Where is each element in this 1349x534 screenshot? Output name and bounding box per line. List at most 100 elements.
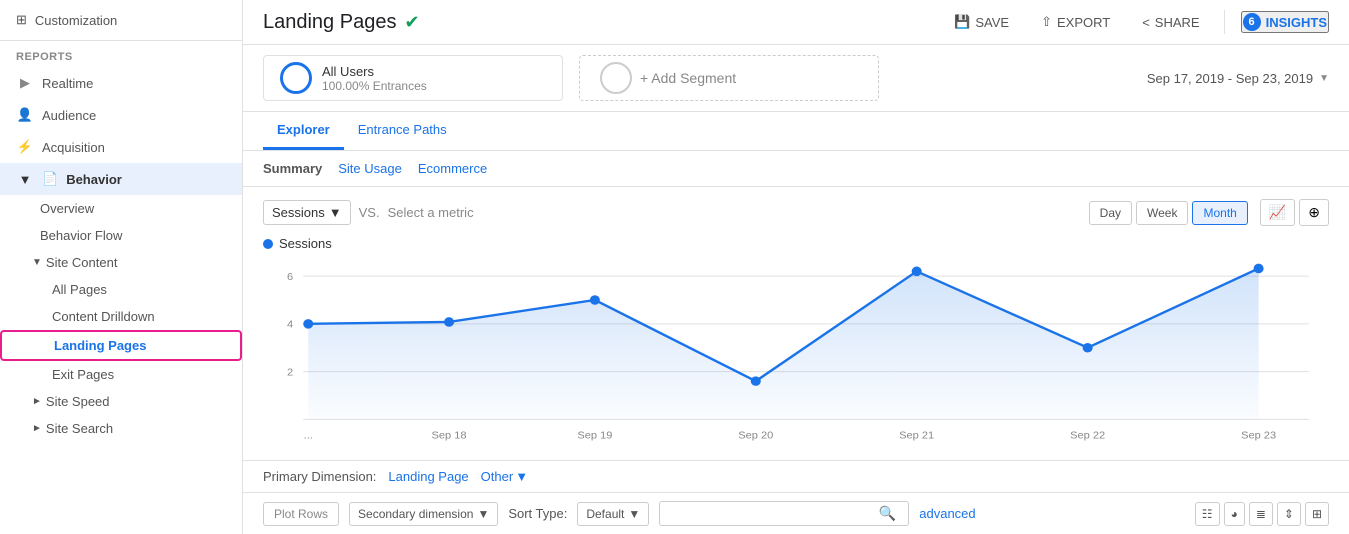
verified-icon: ✔ bbox=[404, 12, 419, 33]
time-buttons: Day Week Month bbox=[1089, 201, 1248, 225]
data-point-sep23[interactable] bbox=[1254, 264, 1264, 274]
data-point-sep17[interactable] bbox=[303, 319, 313, 329]
sidebar-subitem-all-pages[interactable]: All Pages bbox=[0, 276, 242, 303]
plot-rows-button[interactable]: Plot Rows bbox=[263, 502, 339, 526]
export-label: EXPORT bbox=[1057, 15, 1110, 30]
sidebar-subitem-overview[interactable]: Overview bbox=[0, 195, 242, 222]
table-controls-row: Plot Rows Secondary dimension ▼ Sort Typ… bbox=[243, 492, 1349, 534]
metric-label: Sessions bbox=[272, 205, 325, 220]
data-point-sep19[interactable] bbox=[590, 295, 600, 305]
svg-text:Sep 18: Sep 18 bbox=[432, 430, 467, 442]
segment-chip[interactable]: All Users 100.00% Entrances bbox=[263, 55, 563, 101]
other-label: Other bbox=[481, 469, 514, 484]
segment-circle bbox=[280, 62, 312, 94]
audience-icon: 👤 bbox=[16, 107, 34, 123]
sidebar-subitem-exit-pages[interactable]: Exit Pages bbox=[0, 361, 242, 388]
audience-label: Audience bbox=[42, 108, 96, 123]
grid-icon: ⊞ bbox=[16, 12, 27, 28]
export-button[interactable]: ⇧ EXPORT bbox=[1033, 10, 1118, 34]
chart-legend: Sessions bbox=[263, 236, 1329, 251]
segment-sub: 100.00% Entrances bbox=[322, 79, 427, 93]
search-box: 🔍 bbox=[659, 501, 909, 526]
pie-view-icon[interactable]: ◕ bbox=[1224, 502, 1245, 526]
other-arrow-icon: ▼ bbox=[515, 469, 528, 484]
compare-view-icon[interactable]: ⇕ bbox=[1277, 502, 1301, 526]
secondary-dimension-chevron: ▼ bbox=[477, 507, 489, 521]
sidebar-item-realtime[interactable]: ▶ Realtime bbox=[0, 67, 242, 99]
svg-text:Sep 23: Sep 23 bbox=[1241, 430, 1276, 442]
sessions-chart: 6 4 2 ... Sep 18 Sep 19 Sep 20 Sep 21 Se… bbox=[263, 257, 1329, 448]
time-btn-week[interactable]: Week bbox=[1136, 201, 1188, 225]
add-segment-button[interactable]: + Add Segment bbox=[579, 55, 879, 101]
segments-bar: All Users 100.00% Entrances + Add Segmen… bbox=[243, 45, 1349, 112]
metric-chevron: ▼ bbox=[329, 205, 342, 220]
data-point-sep20[interactable] bbox=[751, 376, 761, 386]
chart-container: 6 4 2 ... Sep 18 Sep 19 Sep 20 Sep 21 Se… bbox=[263, 257, 1329, 448]
page-title-text: Landing Pages bbox=[263, 11, 396, 34]
svg-text:Sep 21: Sep 21 bbox=[899, 430, 934, 442]
sidebar-item-behavior[interactable]: ▼ 📄 Behavior bbox=[0, 163, 242, 195]
time-btn-month[interactable]: Month bbox=[1192, 201, 1247, 225]
legend-dot bbox=[263, 239, 273, 249]
svg-text:2: 2 bbox=[287, 367, 293, 379]
chart-type-buttons: 📈 ⊕ bbox=[1260, 199, 1329, 226]
top-header: Landing Pages ✔ 💾 SAVE ⇧ EXPORT < SHARE … bbox=[243, 0, 1349, 45]
sidebar-item-audience[interactable]: 👤 Audience bbox=[0, 99, 242, 131]
metric-dropdown[interactable]: Sessions ▼ bbox=[263, 200, 351, 225]
subtab-summary[interactable]: Summary bbox=[263, 159, 322, 178]
pivot-view-icon[interactable]: ⊞ bbox=[1305, 502, 1329, 526]
save-button[interactable]: 💾 SAVE bbox=[946, 10, 1017, 34]
sidebar-item-acquisition[interactable]: ⚡ Acquisition bbox=[0, 131, 242, 163]
data-point-sep18[interactable] bbox=[444, 317, 454, 327]
list-view-icon[interactable]: ≣ bbox=[1249, 502, 1273, 526]
tab-entrance-paths[interactable]: Entrance Paths bbox=[344, 112, 461, 150]
data-point-sep21[interactable] bbox=[912, 267, 922, 277]
behavior-icon: 📄 bbox=[42, 171, 58, 187]
vs-label: VS. bbox=[359, 205, 380, 220]
time-btn-day[interactable]: Day bbox=[1089, 201, 1132, 225]
export-icon: ⇧ bbox=[1041, 14, 1052, 30]
sort-type-dropdown[interactable]: Default ▼ bbox=[577, 502, 649, 526]
primary-dim-label: Primary Dimension: bbox=[263, 469, 376, 484]
view-icons: ☷ ◕ ≣ ⇕ ⊞ bbox=[1195, 502, 1329, 526]
sidebar-subitem-content-drilldown[interactable]: Content Drilldown bbox=[0, 303, 242, 330]
date-range-picker[interactable]: Sep 17, 2019 - Sep 23, 2019 ▼ bbox=[1147, 71, 1329, 86]
primary-dim-value[interactable]: Landing Page bbox=[388, 469, 468, 484]
main-tabs-row: Explorer Entrance Paths bbox=[243, 112, 1349, 151]
secondary-dimension-dropdown[interactable]: Secondary dimension ▼ bbox=[349, 502, 498, 526]
page-title-area: Landing Pages ✔ bbox=[263, 11, 420, 34]
data-point-sep22[interactable] bbox=[1083, 343, 1093, 353]
site-search-arrow-icon: ► bbox=[32, 423, 42, 434]
site-speed-arrow-icon: ► bbox=[32, 396, 42, 407]
line-chart-btn[interactable]: 📈 bbox=[1260, 199, 1295, 226]
reports-section-label: REPORTS bbox=[0, 41, 242, 67]
segment-name: All Users bbox=[322, 64, 427, 79]
grid-view-icon[interactable]: ☷ bbox=[1195, 502, 1220, 526]
sidebar-subitem-behavior-flow[interactable]: Behavior Flow bbox=[0, 222, 242, 249]
tab-explorer[interactable]: Explorer bbox=[263, 112, 344, 150]
sort-type-label: Sort Type: bbox=[508, 506, 567, 521]
insights-button[interactable]: 6 INSIGHTS bbox=[1241, 11, 1329, 33]
select-metric-placeholder: Select a metric bbox=[388, 205, 474, 220]
save-icon: 💾 bbox=[954, 14, 970, 30]
sidebar-subitem-landing-pages[interactable]: Landing Pages bbox=[0, 330, 242, 361]
pie-chart-btn[interactable]: ⊕ bbox=[1299, 199, 1329, 226]
customization-nav[interactable]: ⊞ Customization bbox=[0, 0, 242, 41]
sidebar-group-site-search[interactable]: ► Site Search bbox=[0, 415, 242, 442]
sidebar-group-site-content[interactable]: ▼ Site Content bbox=[0, 249, 242, 276]
other-dimension-link[interactable]: Other ▼ bbox=[481, 469, 528, 484]
sidebar-group-site-speed[interactable]: ► Site Speed bbox=[0, 388, 242, 415]
group-arrow-icon: ▼ bbox=[32, 257, 42, 268]
subtab-site-usage[interactable]: Site Usage bbox=[338, 159, 402, 178]
share-button[interactable]: < SHARE bbox=[1134, 11, 1207, 34]
realtime-label: Realtime bbox=[42, 76, 93, 91]
main-content: Landing Pages ✔ 💾 SAVE ⇧ EXPORT < SHARE … bbox=[243, 0, 1349, 534]
time-controls: Day Week Month 📈 ⊕ bbox=[1089, 199, 1329, 226]
save-label: SAVE bbox=[975, 15, 1009, 30]
header-actions: 💾 SAVE ⇧ EXPORT < SHARE 6 INSIGHTS bbox=[946, 10, 1329, 34]
realtime-icon: ▶ bbox=[16, 75, 34, 91]
subtab-ecommerce[interactable]: Ecommerce bbox=[418, 159, 487, 178]
search-input[interactable] bbox=[668, 507, 875, 521]
advanced-link[interactable]: advanced bbox=[919, 506, 975, 521]
search-button[interactable]: 🔍 bbox=[875, 505, 900, 522]
